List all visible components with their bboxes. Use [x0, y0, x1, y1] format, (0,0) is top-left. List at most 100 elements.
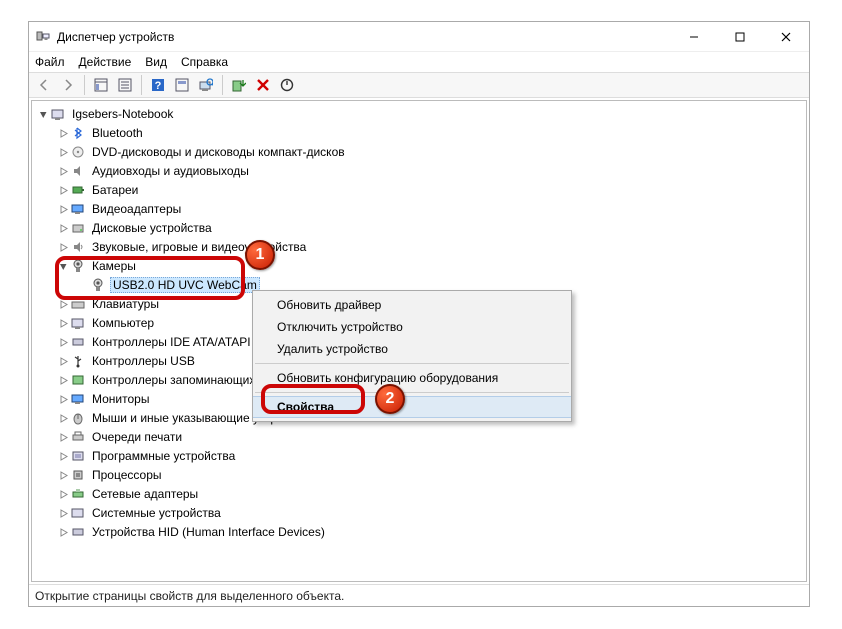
- processor-icon: [70, 467, 86, 483]
- app-icon: [35, 29, 51, 45]
- context-properties[interactable]: Свойства: [253, 396, 571, 418]
- scan-hardware-button[interactable]: [195, 74, 217, 96]
- expand-icon[interactable]: [56, 221, 70, 235]
- expand-icon[interactable]: [56, 316, 70, 330]
- expand-icon[interactable]: [56, 468, 70, 482]
- display-adapter-icon: [70, 201, 86, 217]
- camera-category-icon: [70, 258, 86, 274]
- expand-icon[interactable]: [56, 354, 70, 368]
- status-text: Открытие страницы свойств для выделенног…: [35, 589, 344, 603]
- tree-label: Камеры: [90, 259, 138, 273]
- tree-node-cpu[interactable]: Процессоры: [34, 466, 806, 484]
- tree-label: Программные устройства: [90, 449, 237, 463]
- expand-icon[interactable]: [56, 126, 70, 140]
- expand-icon[interactable]: [56, 183, 70, 197]
- storage-controller-icon: [70, 372, 86, 388]
- statusbar: Открытие страницы свойств для выделенног…: [29, 584, 809, 606]
- close-button[interactable]: [763, 22, 809, 51]
- tree-node-videoadapters[interactable]: Видеоадаптеры: [34, 200, 806, 218]
- update-driver-toolbar-button[interactable]: [228, 74, 250, 96]
- tree-node-hid[interactable]: Устройства HID (Human Interface Devices): [34, 523, 806, 541]
- tree-label: Устройства HID (Human Interface Devices): [90, 525, 327, 539]
- menu-help[interactable]: Справка: [181, 55, 228, 69]
- tree-node-dvd[interactable]: DVD-дисководы и дисководы компакт-дисков: [34, 143, 806, 161]
- maximize-button[interactable]: [717, 22, 763, 51]
- properties-toolbar-button[interactable]: [114, 74, 136, 96]
- software-device-icon: [70, 448, 86, 464]
- tree-node-printq[interactable]: Очереди печати: [34, 428, 806, 446]
- window-controls: [671, 22, 809, 51]
- sound-device-icon: [70, 239, 86, 255]
- expand-icon[interactable]: [56, 335, 70, 349]
- expand-icon[interactable]: [56, 392, 70, 406]
- help-toolbar-button[interactable]: ?: [147, 74, 169, 96]
- expand-icon[interactable]: [56, 240, 70, 254]
- expand-icon[interactable]: [56, 449, 70, 463]
- tree-node-bluetooth[interactable]: Bluetooth: [34, 124, 806, 142]
- tree-label-selected: USB2.0 HD UVC WebCam: [110, 277, 260, 293]
- expand-icon[interactable]: [56, 525, 70, 539]
- webcam-icon: [90, 277, 106, 293]
- tree-label: Дисковые устройства: [90, 221, 214, 235]
- mouse-icon: [70, 410, 86, 426]
- expand-icon[interactable]: [56, 145, 70, 159]
- context-uninstall-device[interactable]: Удалить устройство: [253, 338, 571, 360]
- bluetooth-icon: [70, 125, 86, 141]
- context-menu: Обновить драйвер Отключить устройство Уд…: [252, 290, 572, 422]
- tree-node-battery[interactable]: Батареи: [34, 181, 806, 199]
- tree-label: Системные устройства: [90, 506, 223, 520]
- tree-node-sound[interactable]: Звуковые, игровые и видеоустройства: [34, 238, 806, 256]
- minimize-button[interactable]: [671, 22, 717, 51]
- tree-node-audio[interactable]: Аудиовходы и аудиовыходы: [34, 162, 806, 180]
- context-scan-hardware[interactable]: Обновить конфигурацию оборудования: [253, 367, 571, 389]
- tree-node-disks[interactable]: Дисковые устройства: [34, 219, 806, 237]
- expand-icon[interactable]: [56, 297, 70, 311]
- tree-label: Батареи: [90, 183, 140, 197]
- menu-file[interactable]: Файл: [35, 55, 65, 69]
- tree-root-label: Igsebers-Notebook: [70, 107, 175, 121]
- network-adapter-icon: [70, 486, 86, 502]
- monitor-icon: [70, 391, 86, 407]
- expand-icon[interactable]: [56, 430, 70, 444]
- context-update-driver[interactable]: Обновить драйвер: [253, 294, 571, 316]
- tree-label: Очереди печати: [90, 430, 184, 444]
- expand-icon[interactable]: [56, 487, 70, 501]
- tree-node-cameras[interactable]: Камеры: [34, 257, 806, 275]
- tree-label: Процессоры: [90, 468, 164, 482]
- tree-label: Аудиовходы и аудиовыходы: [90, 164, 251, 178]
- menu-action[interactable]: Действие: [79, 55, 132, 69]
- context-separator: [255, 363, 569, 364]
- collapse-icon[interactable]: [56, 259, 70, 273]
- expand-icon[interactable]: [56, 202, 70, 216]
- svg-text:?: ?: [155, 80, 162, 92]
- collapse-icon[interactable]: [36, 107, 50, 121]
- context-separator: [255, 392, 569, 393]
- titlebar: Диспетчер устройств: [29, 22, 809, 52]
- uninstall-device-toolbar-button[interactable]: [252, 74, 274, 96]
- context-disable-device[interactable]: Отключить устройство: [253, 316, 571, 338]
- tree-label: Клавиатуры: [90, 297, 161, 311]
- expand-icon[interactable]: [56, 506, 70, 520]
- toolbar: ?: [29, 72, 809, 98]
- system-device-icon: [70, 505, 86, 521]
- tree-label: Контроллеры USB: [90, 354, 197, 368]
- computer-root-icon: [50, 106, 66, 122]
- tree-node-software[interactable]: Программные устройства: [34, 447, 806, 465]
- tree-node-net[interactable]: Сетевые адаптеры: [34, 485, 806, 503]
- tree-root[interactable]: Igsebers-Notebook: [34, 105, 806, 123]
- tree-node-system[interactable]: Системные устройства: [34, 504, 806, 522]
- expand-icon[interactable]: [56, 164, 70, 178]
- back-button[interactable]: [33, 74, 55, 96]
- window-title: Диспетчер устройств: [57, 30, 174, 44]
- expand-icon[interactable]: [56, 411, 70, 425]
- show-hide-console-tree-button[interactable]: [90, 74, 112, 96]
- menu-view[interactable]: Вид: [145, 55, 167, 69]
- forward-button[interactable]: [57, 74, 79, 96]
- usb-controller-icon: [70, 353, 86, 369]
- disk-drive-icon: [70, 220, 86, 236]
- toolbar-button-extra[interactable]: [171, 74, 193, 96]
- keyboard-icon: [70, 296, 86, 312]
- disable-device-toolbar-button[interactable]: [276, 74, 298, 96]
- expand-icon[interactable]: [56, 373, 70, 387]
- battery-icon: [70, 182, 86, 198]
